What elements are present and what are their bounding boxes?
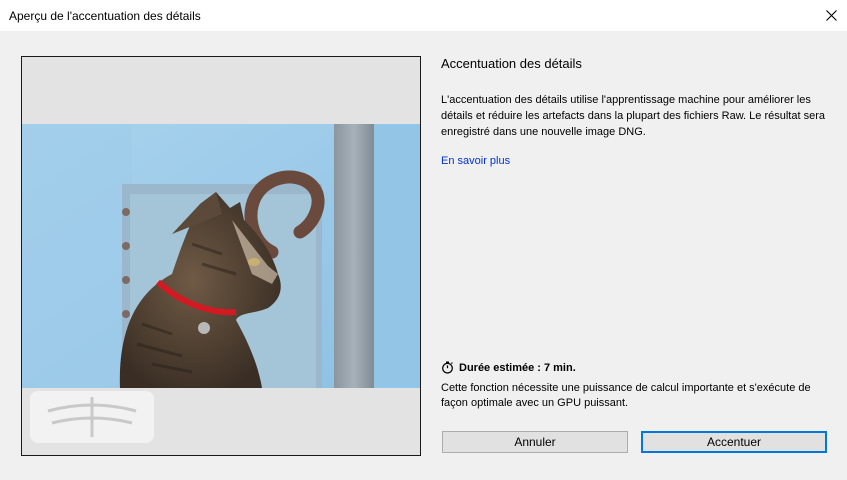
duration-label: Durée estimée : 7 min. [459,361,576,374]
panel-description: L'accentuation des détails utilise l'app… [441,94,825,138]
enhance-button[interactable]: Accentuer [641,431,827,453]
learn-more-link[interactable]: En savoir plus [441,155,510,167]
cancel-button[interactable]: Annuler [442,431,628,453]
cat-photo [22,124,420,388]
close-button[interactable] [815,0,847,31]
stopwatch-icon [442,361,453,374]
dragonfly-icon [30,391,154,443]
title-bar: Aperçu de l'accentuation des détails [0,0,847,31]
image-preview [21,56,421,456]
window-title: Aperçu de l'accentuation des détails [9,9,201,23]
close-icon [825,10,837,21]
estimated-duration: Durée estimée : 7 min. [441,361,576,374]
requirement-text: Cette fonction nécessite une puissance d… [441,382,811,409]
panel-heading: Accentuation des détails [441,56,582,71]
